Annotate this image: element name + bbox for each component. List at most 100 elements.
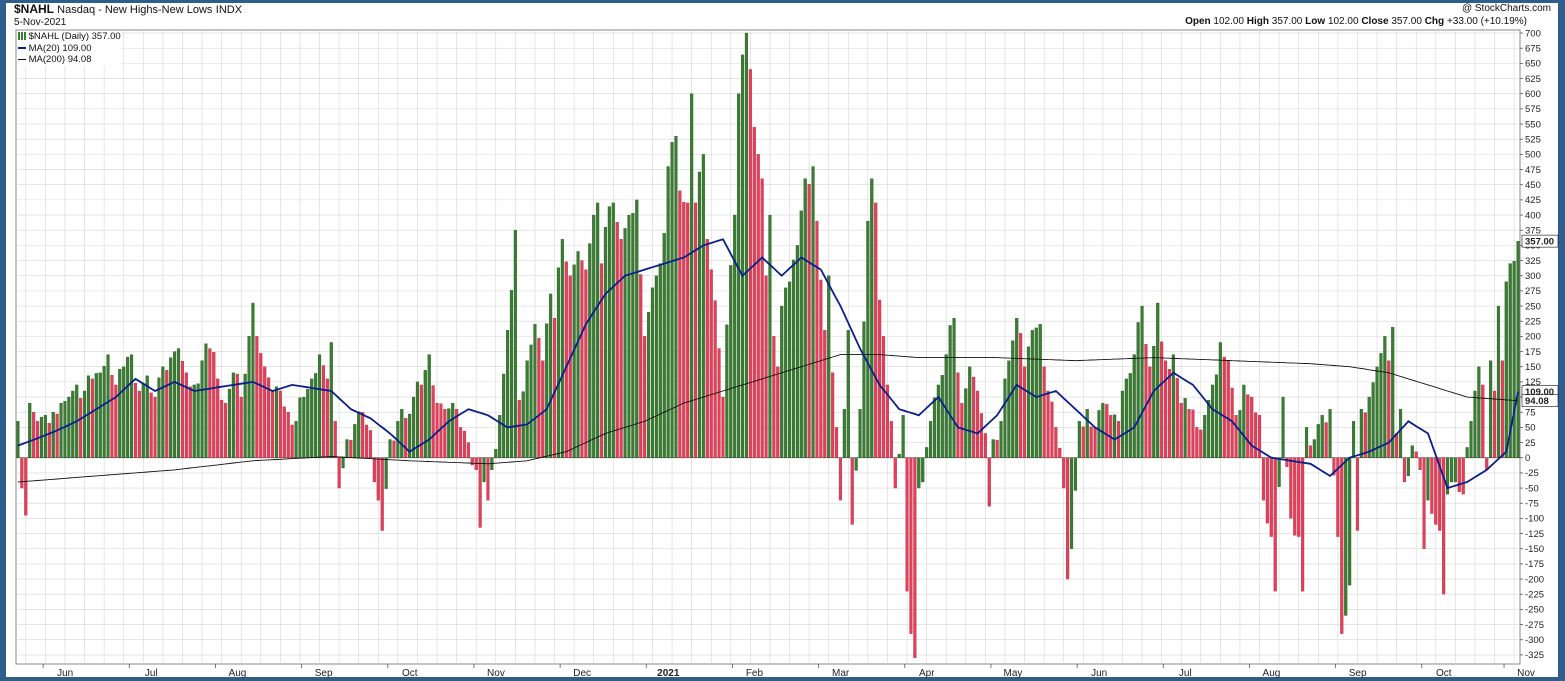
bar [1254, 412, 1258, 458]
bar [834, 427, 839, 458]
bar [1351, 421, 1356, 458]
x-tick-label: Dec [573, 668, 591, 679]
x-tick-label: Jul [1179, 668, 1192, 679]
ma200-label: MA(200) 94.08 [28, 54, 92, 65]
bar [133, 382, 138, 458]
bar [823, 330, 827, 458]
bar [827, 275, 831, 458]
bar [216, 378, 220, 458]
bar [682, 202, 686, 458]
y-tick-label: 475 [1525, 165, 1541, 176]
bar [196, 383, 200, 458]
bar [458, 427, 463, 458]
bar [1453, 457, 1457, 483]
bar [635, 199, 639, 458]
y-tick-label: -275 [1525, 620, 1544, 631]
y-tick-label: -175 [1525, 559, 1544, 570]
bar [173, 351, 177, 458]
bar [897, 453, 901, 458]
bar [1171, 354, 1175, 458]
bar [674, 136, 678, 458]
bar [341, 457, 345, 469]
bar [725, 324, 729, 458]
x-tick-label: Sep [1349, 668, 1367, 679]
bar [24, 457, 28, 516]
bar [572, 264, 576, 458]
ma200-legend-icon [18, 58, 26, 60]
bar [643, 336, 647, 458]
bar [870, 178, 874, 458]
bar [1085, 409, 1089, 458]
bar [204, 343, 208, 458]
y-tick-label: 650 [1525, 59, 1541, 70]
bar [286, 412, 290, 458]
bar [1199, 429, 1203, 458]
bar [670, 142, 674, 458]
bar [752, 126, 756, 458]
bar [67, 396, 71, 458]
bar [357, 411, 361, 458]
bar [889, 421, 893, 458]
bar [1234, 415, 1238, 458]
bar [145, 375, 149, 458]
bar [161, 366, 165, 458]
bar [1222, 356, 1226, 458]
bar [662, 233, 666, 458]
bar [345, 439, 349, 458]
bar [611, 202, 615, 458]
bar [854, 457, 858, 471]
bar [1504, 281, 1508, 458]
bar [255, 336, 259, 458]
bar [995, 439, 999, 458]
bar [1516, 240, 1520, 458]
bar [568, 275, 572, 458]
bar [372, 457, 376, 483]
y-tick-label: 425 [1525, 195, 1541, 206]
bar [1113, 414, 1117, 458]
bar [1195, 427, 1199, 458]
bar [1363, 412, 1367, 458]
bar [235, 373, 239, 458]
bar [733, 214, 737, 458]
bar [1383, 336, 1387, 458]
bar [1461, 457, 1465, 495]
y-tick-label: -75 [1525, 499, 1539, 510]
bar [646, 311, 651, 458]
bar [1348, 457, 1352, 586]
bar [1210, 384, 1215, 458]
bar [259, 353, 263, 458]
bar [513, 230, 517, 458]
bar [533, 324, 537, 458]
bar [466, 442, 470, 458]
bar [623, 228, 627, 458]
bar [686, 202, 690, 458]
bar [541, 360, 545, 458]
bar [1402, 457, 1407, 483]
chart-plot: 7006756506256005755505255004754504254003… [15, 28, 1559, 679]
bar [443, 409, 447, 458]
x-tick-label: Aug [229, 668, 247, 679]
bar [815, 220, 819, 458]
y-tick-label: 400 [1525, 210, 1541, 221]
bar [55, 413, 59, 458]
bar [337, 457, 341, 489]
bar [517, 399, 521, 458]
bar [529, 344, 533, 458]
bar [627, 214, 631, 458]
y-tick-label: -325 [1525, 650, 1544, 661]
bar [1183, 398, 1187, 458]
bar [948, 325, 952, 458]
bar [925, 447, 929, 458]
bar [1116, 421, 1121, 458]
bar [1058, 447, 1062, 458]
bar [1410, 445, 1414, 458]
bar [176, 348, 181, 458]
y-tick-label: 25 [1525, 438, 1536, 449]
bar [28, 402, 32, 458]
bar [1371, 382, 1375, 458]
bar [619, 239, 623, 458]
bar [310, 378, 314, 458]
bar [1136, 322, 1140, 458]
bar [1406, 457, 1410, 477]
bar [306, 389, 310, 458]
